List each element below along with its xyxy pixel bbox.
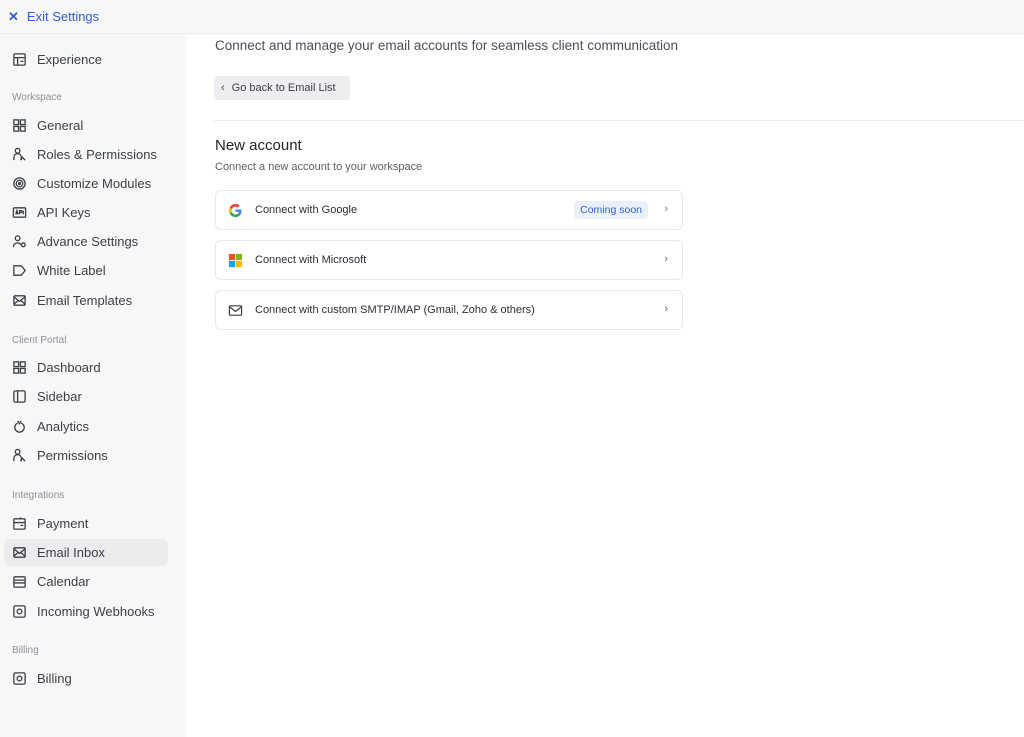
sidebar-item-white-label[interactable]: White Label bbox=[4, 257, 168, 284]
sidebar-item-permissions[interactable]: Permissions bbox=[4, 442, 168, 469]
sidebar-item-incoming-webhooks[interactable]: Incoming Webhooks bbox=[4, 598, 168, 625]
settings-sidebar: Experience Workspace General Roles & Per… bbox=[0, 34, 186, 737]
top-bar: ✕ Exit Settings bbox=[0, 0, 1024, 34]
sidebar-item-experience[interactable]: Experience bbox=[4, 46, 168, 73]
sidebar-item-general[interactable]: General bbox=[4, 112, 168, 139]
sidebar-item-label: Customize Modules bbox=[37, 176, 152, 191]
sidebar-item-sidebar[interactable]: Sidebar bbox=[4, 383, 168, 410]
section-label-integrations: Integrations bbox=[12, 490, 65, 501]
back-button-label: Go back to Email List bbox=[231, 82, 336, 94]
mail-icon bbox=[11, 293, 27, 309]
sidebar-item-roles-permissions[interactable]: Roles & Permissions bbox=[4, 141, 168, 168]
exit-settings-button[interactable]: ✕ Exit Settings bbox=[8, 9, 99, 24]
sidebar-item-label: Dashboard bbox=[37, 360, 101, 375]
sidebar-item-customize-modules[interactable]: Customize Modules bbox=[4, 170, 168, 197]
sidebar-item-label: API Keys bbox=[37, 205, 91, 220]
connect-microsoft-option[interactable]: Connect with Microsoft › bbox=[215, 240, 683, 280]
chevron-left-icon: ‹ bbox=[221, 82, 225, 94]
chevron-right-icon: › bbox=[664, 303, 668, 315]
close-icon: ✕ bbox=[8, 9, 19, 24]
sidebar-item-label: White Label bbox=[37, 263, 106, 278]
sidebar-item-label: Permissions bbox=[37, 448, 108, 463]
experience-icon bbox=[11, 52, 27, 68]
connect-smtp-imap-option[interactable]: Connect with custom SMTP/IMAP (Gmail, Zo… bbox=[215, 290, 683, 330]
sidebar-item-label: Billing bbox=[37, 671, 72, 686]
sidebar-item-label: Email Inbox bbox=[37, 545, 105, 560]
roles-icon bbox=[11, 147, 27, 163]
back-to-email-list-button[interactable]: ‹ Go back to Email List bbox=[214, 76, 350, 100]
sidebar-item-label: Payment bbox=[37, 516, 89, 531]
chevron-right-icon: › bbox=[664, 253, 668, 265]
api-icon bbox=[11, 205, 27, 221]
grid-icon bbox=[11, 118, 27, 134]
sidebar-item-label: Email Templates bbox=[37, 293, 133, 308]
option-label: Connect with Microsoft bbox=[255, 254, 367, 266]
sidebar-item-advance-settings[interactable]: Advance Settings bbox=[4, 228, 168, 255]
divider bbox=[214, 120, 1024, 121]
tag-icon bbox=[11, 263, 27, 279]
option-label: Connect with Google bbox=[255, 204, 358, 216]
sidebar-item-payment[interactable]: Payment bbox=[4, 510, 168, 537]
coming-soon-badge: Coming soon bbox=[574, 201, 648, 219]
sidebar-item-label: Calendar bbox=[37, 574, 90, 589]
connect-google-option[interactable]: Connect with Google Coming soon › bbox=[215, 190, 683, 230]
sidebar-item-analytics[interactable]: Analytics bbox=[4, 413, 168, 440]
webhook-icon bbox=[11, 604, 27, 620]
roles-icon bbox=[11, 448, 27, 464]
sidebar-icon bbox=[11, 389, 27, 405]
google-icon bbox=[227, 202, 243, 218]
main-content: Connect and manage your email accounts f… bbox=[186, 34, 1024, 737]
microsoft-icon bbox=[227, 252, 243, 268]
exit-settings-label: Exit Settings bbox=[26, 9, 100, 24]
analytics-icon bbox=[11, 419, 27, 435]
user-gear-icon bbox=[11, 234, 27, 250]
sidebar-item-label: Sidebar bbox=[37, 389, 82, 404]
sidebar-item-calendar[interactable]: Calendar bbox=[4, 568, 168, 595]
mail-icon bbox=[11, 545, 27, 561]
section-title: New account bbox=[215, 137, 302, 154]
billing-icon bbox=[11, 671, 27, 687]
sidebar-item-label: Incoming Webhooks bbox=[37, 604, 155, 619]
page-subtitle: Connect and manage your email accounts f… bbox=[215, 38, 678, 53]
payment-icon bbox=[11, 516, 27, 532]
sidebar-item-billing[interactable]: Billing bbox=[4, 665, 168, 692]
sidebar-item-email-templates[interactable]: Email Templates bbox=[4, 287, 168, 314]
modules-icon bbox=[11, 176, 27, 192]
section-description: Connect a new account to your workspace bbox=[215, 161, 423, 173]
sidebar-item-dashboard[interactable]: Dashboard bbox=[4, 354, 168, 381]
envelope-icon bbox=[227, 302, 243, 318]
sidebar-item-label: General bbox=[37, 118, 84, 133]
sidebar-item-label: Analytics bbox=[37, 419, 90, 434]
chevron-right-icon: › bbox=[664, 203, 668, 215]
sidebar-item-label: Advance Settings bbox=[37, 234, 139, 249]
sidebar-item-label: Roles & Permissions bbox=[37, 147, 157, 162]
calendar-icon bbox=[11, 574, 27, 590]
section-label-workspace: Workspace bbox=[12, 92, 62, 103]
option-label: Connect with custom SMTP/IMAP (Gmail, Zo… bbox=[255, 304, 535, 316]
grid-icon bbox=[11, 360, 27, 376]
sidebar-item-api-keys[interactable]: API Keys bbox=[4, 199, 168, 226]
section-label-billing: Billing bbox=[12, 645, 39, 656]
sidebar-item-label: Experience bbox=[37, 52, 103, 67]
sidebar-item-email-inbox[interactable]: Email Inbox bbox=[4, 539, 168, 566]
section-label-client-portal: Client Portal bbox=[12, 335, 67, 346]
